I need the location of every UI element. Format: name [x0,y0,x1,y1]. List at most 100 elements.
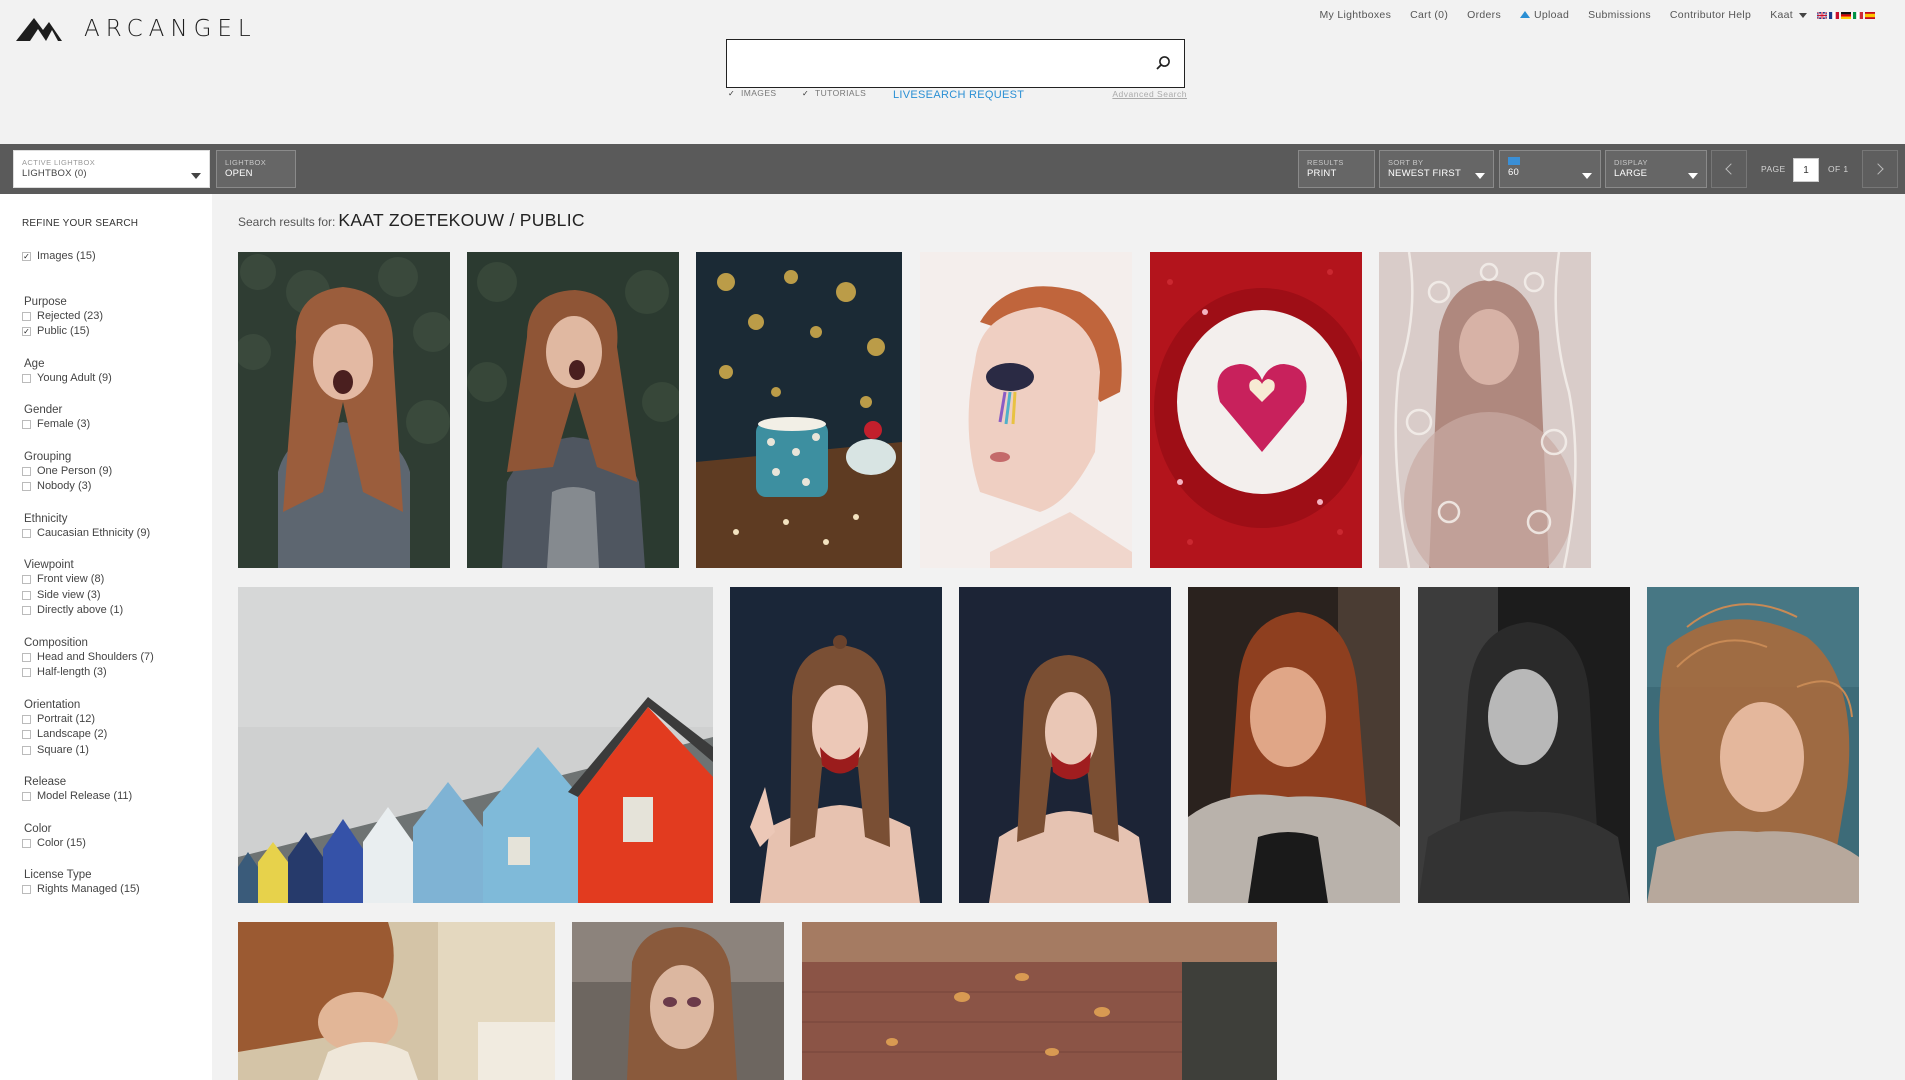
facet-item[interactable]: Head and Shoulders (7) [22,650,212,666]
nav-upload[interactable]: Upload [1520,9,1569,21]
nav-submissions[interactable]: Submissions [1588,9,1651,21]
result-thumbnail[interactable] [730,587,942,903]
facet-list: Purpose Rejected (23) ✓ Public (15) Age Young… [22,295,212,898]
flag-it-icon[interactable] [1853,11,1863,19]
result-thumbnail[interactable] [802,922,1277,1080]
nav-cart[interactable]: Cart (0) [1410,9,1448,21]
checkbox[interactable] [22,590,31,600]
checkbox[interactable] [22,575,31,585]
result-thumbnail[interactable] [696,252,902,568]
nav-upload-label: Upload [1534,9,1570,21]
checkbox[interactable] [22,311,31,321]
result-thumbnail[interactable] [467,252,679,568]
facet-item-images[interactable]: ✓ Images (15) [22,249,212,265]
flag-es-icon[interactable] [1865,11,1875,19]
facet-item-label: One Person (9) [37,464,113,477]
result-thumbnail[interactable] [238,587,713,903]
livesearch-request-link[interactable]: LIVESEARCH REQUEST [893,89,1024,101]
facet-item[interactable]: Rights Managed (15) [22,882,212,898]
checkbox[interactable] [22,373,31,383]
option-tutorials[interactable]: ✓ TUTORIALS [801,88,866,98]
facet-item-label: Caucasian Ethnicity (9) [37,526,151,539]
result-thumbnail[interactable] [238,252,450,568]
checkbox[interactable] [22,838,31,848]
photo-woman-windswept-hair [1647,587,1859,903]
checkbox[interactable] [22,482,31,492]
facet-heading: Age [24,357,45,370]
facet-group-ethnicity: Ethnicity Caucasian Ethnicity (9) [22,512,212,542]
facet-item-label: Landscape (2) [37,728,108,740]
facet-item[interactable]: Half-length (3) [22,665,212,681]
display-select[interactable]: DISPLAY LARGE [1605,150,1707,188]
facet-item-label: Nobody (3) [37,480,92,492]
result-thumbnail[interactable] [1188,587,1400,903]
advanced-search-link[interactable]: Advanced Search [1112,89,1187,99]
page-number-input[interactable]: 1 [1793,158,1819,182]
facet-item[interactable]: Front view (8) [22,572,212,588]
facet-item[interactable]: Color (15) [22,836,212,852]
facet-item[interactable]: Young Adult (9) [22,371,212,387]
logo[interactable]: ARCANGEL [16,16,257,42]
user-menu[interactable]: Kaat [1770,9,1875,21]
facet-item[interactable]: One Person (9) [22,464,212,480]
checkbox[interactable]: ✓ [22,252,31,262]
facet-item[interactable]: Side view (3) [22,588,212,604]
nav-orders[interactable]: Orders [1467,9,1501,21]
checkbox[interactable] [22,606,31,616]
checkbox[interactable] [22,420,31,430]
facet-heading: Ethnicity [24,512,68,525]
results-print-button[interactable]: RESULTS PRINT [1298,150,1375,188]
checkbox-tutorials[interactable]: ✓ [801,89,810,98]
facet-item-label: Portrait (12) [37,712,96,725]
checkbox[interactable] [22,714,31,724]
facet-item[interactable]: Landscape (2) [22,727,212,743]
checkbox[interactable] [22,652,31,662]
facet-item[interactable]: ✓ Public (15) [22,324,212,340]
checkbox-images[interactable]: ✓ [727,89,736,98]
result-thumbnail[interactable] [1647,587,1859,903]
facet-item[interactable]: Model Release (11) [22,789,212,805]
result-thumbnail[interactable] [959,587,1171,903]
lightbox-open-button[interactable]: LIGHTBOX OPEN [216,150,296,188]
result-thumbnail[interactable] [238,922,555,1080]
facet-item[interactable]: Female (3) [22,417,212,433]
facet-item[interactable]: Portrait (12) [22,712,212,728]
facet-heading: Gender [24,404,63,416]
nav-my-lightboxes[interactable]: My Lightboxes [1320,9,1392,21]
option-images[interactable]: ✓ IMAGES [727,88,776,98]
facet-item[interactable]: Square (1) [22,743,212,759]
flag-fr-icon[interactable] [1829,11,1839,19]
result-thumbnail[interactable] [1150,252,1362,568]
result-thumbnail[interactable] [1418,587,1630,903]
checkbox[interactable] [22,792,31,802]
facet-item[interactable]: Caucasian Ethnicity (9) [22,526,212,542]
checkbox[interactable] [22,466,31,476]
per-page-select[interactable]: 60 [1499,150,1601,188]
checkbox[interactable] [22,745,31,755]
search-input[interactable] [737,50,1137,78]
flag-de-icon[interactable] [1841,11,1851,19]
nav-contributor-help[interactable]: Contributor Help [1670,9,1751,21]
next-page-button[interactable] [1862,150,1898,188]
checkbox[interactable] [22,528,31,538]
facet-heading: Color [24,822,52,835]
flag-uk-icon[interactable] [1817,11,1827,19]
facet-item[interactable]: Rejected (23) [22,309,212,325]
checkbox[interactable]: ✓ [22,327,31,337]
result-thumbnail[interactable] [1379,252,1591,568]
checkbox[interactable] [22,730,31,740]
result-thumbnail[interactable] [572,922,784,1080]
facet-group-orientation: Orientation Portrait (12) Landscape (2) Squ… [22,698,212,759]
previous-page-button[interactable] [1711,150,1747,188]
chevron-down-icon [1582,173,1592,179]
checkbox[interactable] [22,885,31,895]
photo-christmas-mug [696,252,902,568]
result-thumbnail[interactable] [920,252,1132,568]
results-heading: Search results for: KAAT ZOETEKOUW / PUBL… [238,210,585,231]
search-icon[interactable] [1155,55,1171,71]
sort-by-select[interactable]: SORT BY NEWEST FIRST [1379,150,1494,188]
active-lightbox-select[interactable]: ACTIVE LIGHTBOX LIGHTBOX (0) [13,150,210,188]
checkbox[interactable] [22,668,31,678]
facet-item[interactable]: Directly above (1) [22,603,212,619]
facet-item[interactable]: Nobody (3) [22,479,212,495]
